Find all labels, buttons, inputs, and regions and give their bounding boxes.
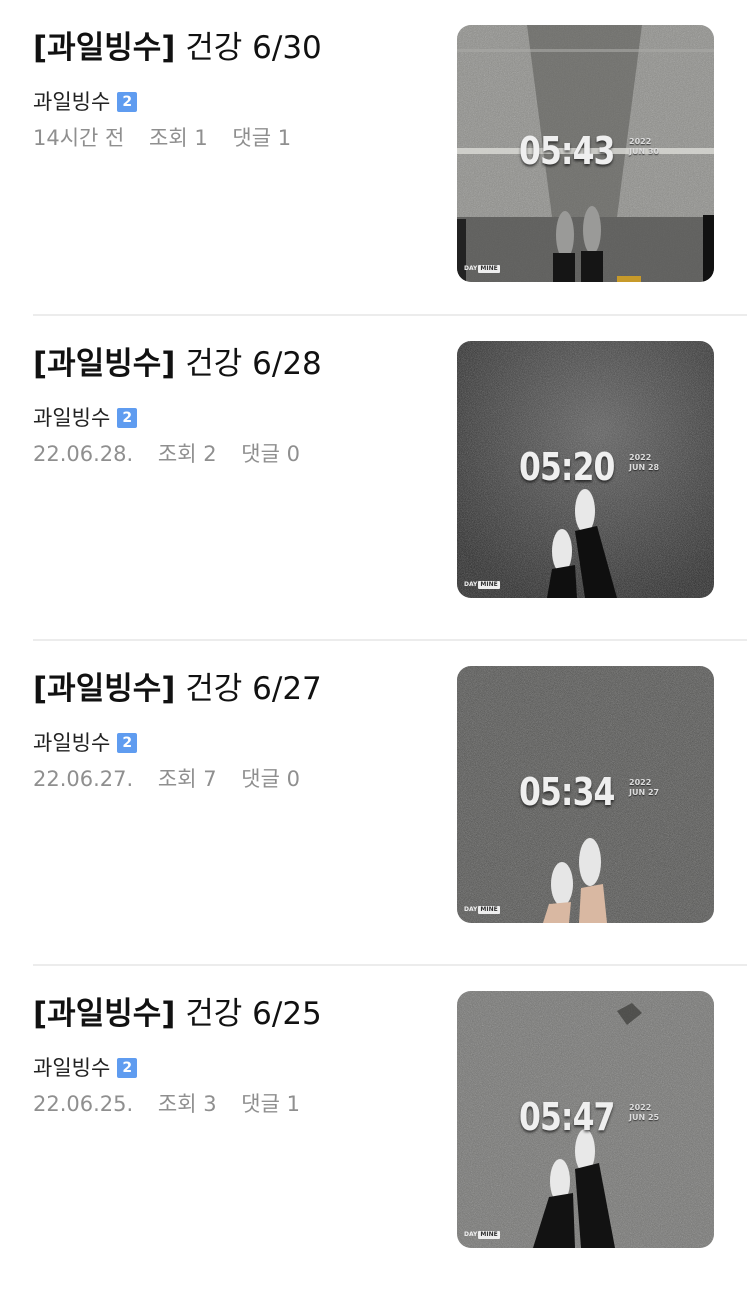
post-date: 22.06.28. xyxy=(33,442,134,466)
daymine-logo: DAY MINE xyxy=(464,265,500,273)
post-author[interactable]: 과일빙수 2 xyxy=(33,88,138,116)
post-item[interactable]: [과일빙수] 건강 6/30 과일빙수 2 14시간 전 조회 1 댓글 1 0… xyxy=(0,0,747,316)
post-author[interactable]: 과일빙수 2 xyxy=(33,404,138,432)
logo-day: DAY xyxy=(464,906,478,913)
post-title-tag: [과일빙수] xyxy=(33,996,176,1032)
post-title-text: 건강 6/27 xyxy=(175,671,322,707)
post-title-tag: [과일빙수] xyxy=(33,346,176,382)
thumbnail-date: 2022 JUN 27 xyxy=(629,778,659,798)
author-name: 과일빙수 xyxy=(33,406,111,430)
post-comments: 댓글 1 xyxy=(241,1092,300,1116)
logo-mine: MINE xyxy=(478,1231,500,1239)
post-meta: 22.06.25. 조회 3 댓글 1 xyxy=(33,1090,318,1118)
post-item[interactable]: [과일빙수] 건강 6/27 과일빙수 2 22.06.27. 조회 7 댓글 … xyxy=(0,641,747,966)
author-name: 과일빙수 xyxy=(33,731,111,755)
post-views: 조회 1 xyxy=(149,126,208,150)
post-date: 22.06.25. xyxy=(33,1092,134,1116)
thumbnail-year: 2022 xyxy=(629,453,652,462)
logo-day: DAY xyxy=(464,581,478,588)
daymine-logo: DAY MINE xyxy=(464,1231,500,1239)
thumbnail-year: 2022 xyxy=(629,778,652,787)
post-views: 조회 3 xyxy=(157,1092,217,1116)
post-thumbnail[interactable]: 05:43 2022 JUN 30 DAY MINE xyxy=(457,25,714,282)
thumbnail-monthday: JUN 27 xyxy=(629,788,660,797)
logo-day: DAY xyxy=(464,1231,478,1238)
post-thumbnail[interactable]: 05:47 2022 JUN 25 DAY MINE xyxy=(457,991,714,1248)
post-list: [과일빙수] 건강 6/30 과일빙수 2 14시간 전 조회 1 댓글 1 0… xyxy=(0,0,747,1291)
post-title[interactable]: [과일빙수] 건강 6/25 xyxy=(33,994,322,1034)
post-date: 14시간 전 xyxy=(33,126,125,150)
logo-mine: MINE xyxy=(478,581,500,589)
thumbnail-year: 2022 xyxy=(629,137,652,146)
post-title-text: 건강 6/30 xyxy=(175,30,322,66)
post-title[interactable]: [과일빙수] 건강 6/28 xyxy=(33,344,322,384)
thumbnail-monthday: JUN 25 xyxy=(629,1113,660,1122)
author-name: 과일빙수 xyxy=(33,90,111,114)
member-level-badge: 2 xyxy=(117,408,138,428)
post-comments: 댓글 0 xyxy=(241,442,300,466)
post-thumbnail[interactable]: 05:34 2022 JUN 27 DAY MINE xyxy=(457,666,714,923)
post-views: 조회 2 xyxy=(157,442,217,466)
daymine-logo: DAY MINE xyxy=(464,906,500,914)
post-comments: 댓글 0 xyxy=(241,767,300,791)
post-title-text: 건강 6/28 xyxy=(175,346,322,382)
logo-mine: MINE xyxy=(478,265,500,273)
thumbnail-monthday: JUN 28 xyxy=(629,463,660,472)
post-author[interactable]: 과일빙수 2 xyxy=(33,729,138,757)
thumbnail-time: 05:34 xyxy=(519,770,615,814)
daymine-logo: DAY MINE xyxy=(464,581,500,589)
post-item[interactable]: [과일빙수] 건강 6/25 과일빙수 2 22.06.25. 조회 3 댓글 … xyxy=(0,966,747,1291)
thumbnail-time: 05:43 xyxy=(519,129,615,173)
logo-day: DAY xyxy=(464,265,478,272)
thumbnail-date: 2022 JUN 25 xyxy=(629,1103,659,1123)
member-level-badge: 2 xyxy=(117,733,138,753)
thumbnail-date: 2022 JUN 28 xyxy=(629,453,659,473)
post-item[interactable]: [과일빙수] 건강 6/28 과일빙수 2 22.06.28. 조회 2 댓글 … xyxy=(0,316,747,641)
post-title-tag: [과일빙수] xyxy=(33,30,176,66)
post-meta: 22.06.27. 조회 7 댓글 0 xyxy=(33,765,318,793)
post-meta: 14시간 전 조회 1 댓글 1 xyxy=(33,124,309,152)
post-title-text: 건강 6/25 xyxy=(175,996,322,1032)
logo-mine: MINE xyxy=(478,906,500,914)
thumbnail-time: 05:47 xyxy=(519,1095,615,1139)
member-level-badge: 2 xyxy=(117,92,138,112)
post-date: 22.06.27. xyxy=(33,767,134,791)
post-meta: 22.06.28. 조회 2 댓글 0 xyxy=(33,440,318,468)
post-title-tag: [과일빙수] xyxy=(33,671,176,707)
author-name: 과일빙수 xyxy=(33,1056,111,1080)
post-title[interactable]: [과일빙수] 건강 6/30 xyxy=(33,28,322,68)
post-comments: 댓글 1 xyxy=(232,126,292,150)
post-author[interactable]: 과일빙수 2 xyxy=(33,1054,138,1082)
post-title[interactable]: [과일빙수] 건강 6/27 xyxy=(33,669,322,709)
post-views: 조회 7 xyxy=(157,767,217,791)
thumbnail-monthday: JUN 30 xyxy=(629,147,660,156)
thumbnail-time: 05:20 xyxy=(519,445,615,489)
thumbnail-year: 2022 xyxy=(629,1103,652,1112)
post-thumbnail[interactable]: 05:20 2022 JUN 28 DAY MINE xyxy=(457,341,714,598)
member-level-badge: 2 xyxy=(117,1058,138,1078)
thumbnail-date: 2022 JUN 30 xyxy=(629,137,659,157)
